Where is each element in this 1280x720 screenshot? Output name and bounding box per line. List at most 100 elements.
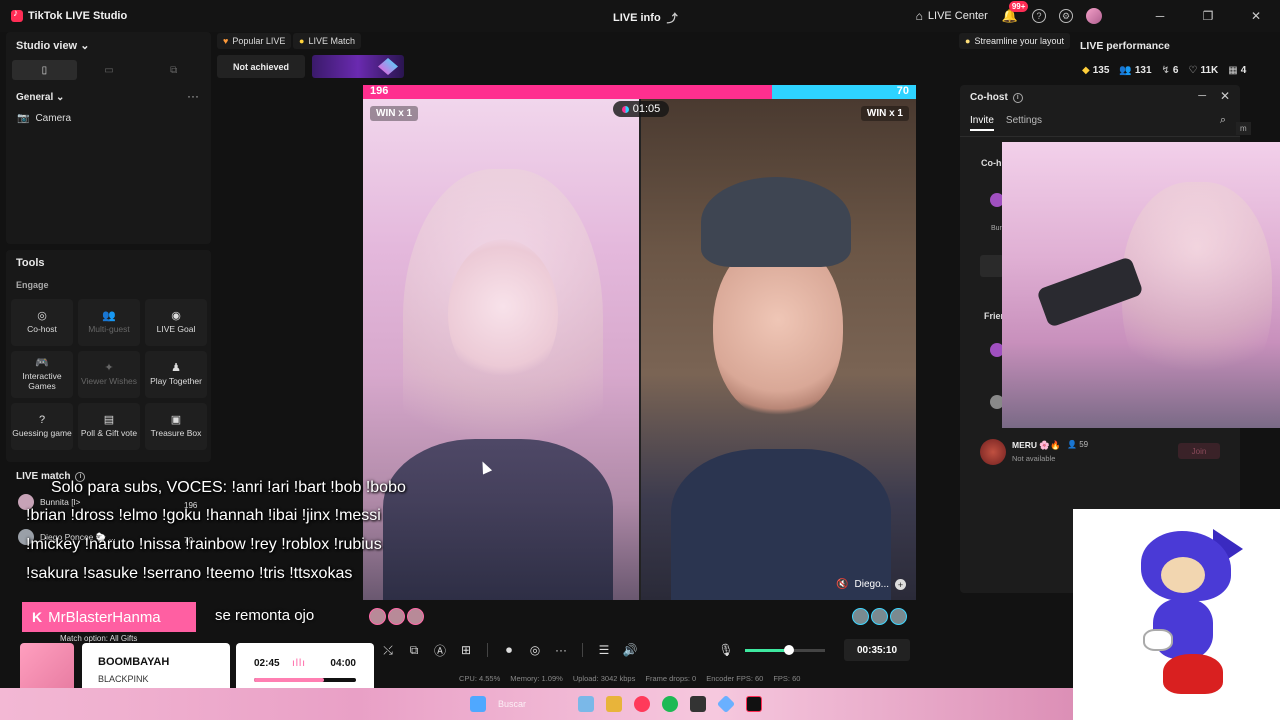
search-icon[interactable]: ⌕ bbox=[1220, 114, 1226, 127]
general-scene-dropdown[interactable]: General ⌄ bbox=[16, 92, 64, 103]
gear-icon[interactable]: ⚙ bbox=[1059, 9, 1073, 23]
treasure-box-icon: ▣ bbox=[170, 414, 182, 426]
app-icon[interactable] bbox=[716, 694, 736, 714]
stat-value: 11K bbox=[1200, 65, 1219, 76]
spotify-icon[interactable] bbox=[662, 696, 679, 712]
tool-guessing-game[interactable]: ? Guessing game bbox=[11, 403, 73, 450]
current-time: 02:45 bbox=[254, 658, 280, 669]
live-center-label: LIVE Center bbox=[927, 10, 988, 22]
close-button[interactable]: ✕ bbox=[1232, 9, 1280, 23]
tool-label: Interactive Games bbox=[22, 371, 62, 391]
progress-fill bbox=[254, 678, 325, 682]
studio-view-dropdown[interactable]: Studio view ⌄ bbox=[16, 39, 89, 52]
live-center-button[interactable]: ⌂ LIVE Center bbox=[916, 9, 988, 23]
join-button[interactable]: Join bbox=[1178, 443, 1220, 459]
overlay-line-2: !brian !dross !elmo !goku !hannah !ibai … bbox=[26, 507, 381, 524]
tool-poll-gift-vote[interactable]: ▤ Poll & Gift vote bbox=[78, 403, 140, 450]
add-source-icon[interactable]: ⊞ bbox=[453, 643, 479, 657]
app-icon[interactable] bbox=[578, 696, 595, 712]
portrait-view-tab[interactable]: ▯ bbox=[12, 60, 77, 80]
opera-icon[interactable] bbox=[634, 696, 651, 712]
audio-mixer-icon[interactable]: ☰ bbox=[591, 643, 617, 657]
close-icon[interactable]: ✕ bbox=[1220, 89, 1230, 103]
slider-knob[interactable] bbox=[784, 644, 794, 655]
tab-settings[interactable]: Settings bbox=[1006, 115, 1042, 131]
app-title: TikTok LIVE Studio bbox=[28, 10, 128, 22]
taskbar-search[interactable]: Buscar bbox=[498, 699, 526, 709]
mic-volume-slider[interactable] bbox=[745, 644, 825, 655]
diamond-stat: ◆ 135 bbox=[1082, 65, 1109, 76]
lightbulb-icon: ● bbox=[965, 36, 971, 46]
restore-button[interactable]: ❐ bbox=[1184, 9, 1232, 23]
tool-label: Multi-guest bbox=[88, 324, 130, 334]
opponent-label: 🔇 Diego... + bbox=[836, 579, 906, 590]
tool-label: Treasure Box bbox=[150, 428, 202, 438]
more-icon[interactable]: ··· bbox=[548, 643, 574, 657]
minimize-button[interactable]: ─ bbox=[1136, 9, 1184, 23]
transition-icon[interactable]: ⤯ bbox=[375, 643, 401, 658]
landscape-view-tab[interactable]: ▭ bbox=[77, 60, 142, 80]
top-gifters-right bbox=[852, 608, 907, 625]
tool-play-together[interactable]: ♟ Play Together bbox=[145, 351, 207, 398]
win-streak-left: WIN x 1 bbox=[370, 106, 419, 121]
avatar bbox=[871, 608, 888, 625]
ai-icon[interactable]: Ⓐ bbox=[427, 642, 453, 659]
playback-progress bbox=[254, 678, 356, 682]
scene-switch-icon[interactable]: ⧉ bbox=[401, 643, 427, 658]
chat-user-banner: K MrBlasterHanma bbox=[22, 602, 196, 632]
start-icon[interactable] bbox=[470, 696, 486, 712]
app-icon[interactable] bbox=[690, 696, 707, 712]
sprite-shape bbox=[1163, 654, 1223, 694]
opponent-video bbox=[641, 99, 916, 600]
avatar[interactable] bbox=[1086, 8, 1102, 24]
follow-plus-icon[interactable]: + bbox=[895, 579, 906, 590]
promo-banner[interactable] bbox=[312, 55, 404, 78]
friend-count-value: 59 bbox=[1079, 440, 1089, 449]
effects-icon[interactable]: ◎ bbox=[522, 643, 548, 657]
tool-treasure-box[interactable]: ▣ Treasure Box bbox=[145, 403, 207, 450]
info-icon[interactable]: i bbox=[1012, 92, 1023, 103]
mute-icon[interactable]: 🔇 bbox=[836, 579, 848, 590]
friend-status: Not available bbox=[1012, 454, 1056, 463]
co-host-title: Co-host i bbox=[970, 92, 1023, 103]
tool-co-host[interactable]: ◎ Co-host bbox=[11, 299, 73, 346]
live-info-label: LIVE info bbox=[613, 12, 661, 24]
avatar bbox=[890, 608, 907, 625]
partial-button[interactable] bbox=[980, 255, 1004, 277]
streamline-layout-tip[interactable]: ● Streamline your layout bbox=[959, 33, 1070, 49]
followers-icon: ↯ bbox=[1161, 65, 1170, 76]
tab-invite[interactable]: Invite bbox=[970, 115, 994, 131]
wish-icon: ✦ bbox=[104, 362, 114, 374]
more-options-icon[interactable]: ··· bbox=[187, 89, 199, 103]
poll-icon: ▤ bbox=[103, 414, 115, 426]
microphone-icon[interactable]: 🎙 bbox=[713, 643, 739, 657]
tool-interactive-games[interactable]: 🎮 Interactive Games bbox=[11, 351, 73, 398]
record-icon[interactable]: ⏺ bbox=[496, 643, 522, 658]
friends-section-heading: Frier bbox=[984, 311, 1005, 321]
goal-icon: ◉ bbox=[171, 310, 181, 322]
view-mode-tabs: ▯ ▭ ⧉ bbox=[12, 60, 206, 80]
minimize-icon[interactable]: ─ bbox=[1198, 90, 1206, 102]
tool-live-goal[interactable]: ◉ LIVE Goal bbox=[145, 299, 207, 346]
live-match-button[interactable]: ● LIVE Match bbox=[293, 33, 361, 49]
body-shape bbox=[671, 449, 891, 600]
tiktok-icon[interactable] bbox=[746, 696, 763, 712]
match-timer: 01:05 bbox=[613, 101, 669, 117]
help-icon[interactable]: ? bbox=[1032, 9, 1046, 23]
banner-username: MrBlasterHanma bbox=[48, 608, 161, 626]
dual-view-tab[interactable]: ⧉ bbox=[141, 60, 206, 80]
co-host-section-heading: Co-h bbox=[981, 158, 1002, 168]
notifications-button[interactable]: 🔔 99+ bbox=[1002, 1, 1029, 24]
live-info-button[interactable]: LIVE info ⤴ bbox=[613, 10, 678, 26]
tool-multi-guest[interactable]: 👥 Multi-guest bbox=[78, 299, 140, 346]
divider bbox=[582, 643, 583, 657]
opponent-name: Diego... bbox=[854, 579, 889, 590]
tool-label: Guessing game bbox=[12, 428, 72, 438]
tool-viewer-wishes[interactable]: ✦ Viewer Wishes bbox=[78, 351, 140, 398]
folder-icon[interactable] bbox=[606, 696, 623, 712]
new-followers-stat: ↯ 6 bbox=[1162, 65, 1179, 76]
source-camera[interactable]: 📷 Camera bbox=[17, 113, 71, 124]
speaker-icon[interactable]: 🔊 bbox=[617, 643, 643, 657]
popular-live-button[interactable]: ♥ Popular LIVE bbox=[217, 33, 292, 49]
score-bar-right bbox=[772, 85, 916, 99]
